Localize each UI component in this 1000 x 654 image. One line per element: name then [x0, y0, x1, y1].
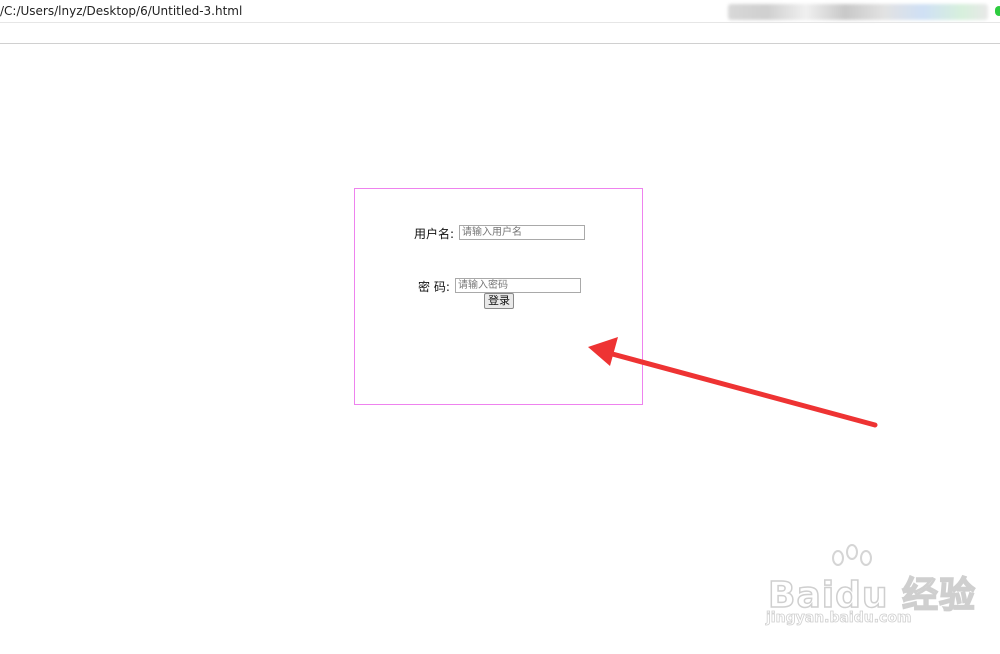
arrow-head — [588, 337, 618, 366]
arrow-shaft — [602, 349, 878, 428]
watermark-url: jingyan.baidu.com — [766, 610, 912, 627]
baidu-watermark: Baidu 经验 jingyan.baidu.com — [762, 544, 976, 638]
